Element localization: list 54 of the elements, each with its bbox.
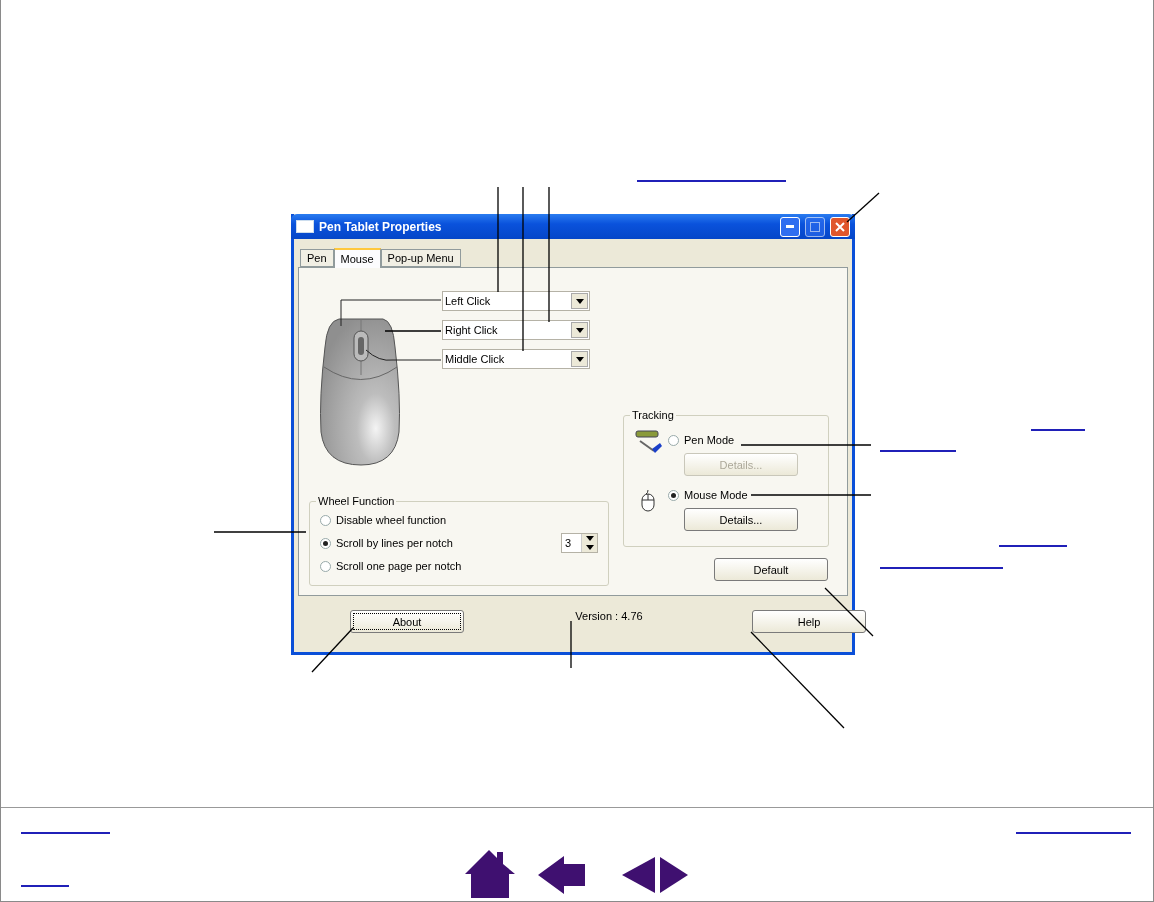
radio-label: Disable wheel function — [336, 514, 447, 526]
radio-button[interactable] — [320, 514, 331, 526]
window-title: Pen Tablet Properties — [319, 219, 443, 234]
radio-label: Mouse Mode — [684, 489, 748, 501]
help-button[interactable]: Help — [752, 610, 866, 633]
link-underline — [998, 545, 1068, 547]
leader-line — [384, 330, 442, 332]
group-title: Wheel Function — [317, 495, 396, 507]
pen-tablet-icon — [634, 429, 664, 455]
spin-up-icon — [585, 536, 594, 541]
maximize-button[interactable] — [805, 216, 825, 237]
link-underline — [1030, 429, 1086, 431]
button-function-dropdown[interactable]: Middle Click — [442, 349, 590, 369]
about-button[interactable]: About — [350, 610, 464, 633]
radio-button[interactable] — [668, 434, 679, 446]
tab[interactable]: Mouse — [333, 248, 381, 268]
close-icon — [835, 221, 845, 232]
window-icon — [296, 220, 314, 233]
dropdown-arrow-button[interactable] — [571, 293, 588, 309]
spin-down-icon — [585, 545, 594, 550]
leader-line — [846, 192, 880, 223]
radio-button[interactable] — [320, 560, 331, 572]
leader-line — [570, 620, 572, 669]
tab[interactable]: Pop-up Menu — [380, 249, 461, 267]
dropdown-arrow-button[interactable] — [571, 322, 588, 338]
dropdown-value: Middle Click — [445, 353, 505, 365]
dropdown-arrow-button[interactable] — [571, 351, 588, 367]
maximize-icon — [810, 221, 820, 232]
mouse-icon — [640, 490, 656, 512]
minimize-icon — [786, 225, 794, 228]
tab[interactable]: Pen — [300, 249, 334, 267]
radio-label: Scroll one page per notch — [336, 560, 462, 572]
caret-icon — [575, 327, 584, 333]
close-button[interactable] — [830, 216, 850, 237]
minimize-button[interactable] — [780, 216, 800, 237]
spinner-value: 3 — [562, 534, 581, 552]
version-text: Version : 4.76 — [574, 610, 644, 622]
button-function-dropdown[interactable]: Left Click — [442, 291, 590, 311]
button-function-dropdown[interactable]: Right Click — [442, 320, 590, 340]
spinner-field[interactable]: 3 — [561, 533, 598, 553]
radio-button[interactable] — [668, 489, 679, 501]
link-underline — [20, 885, 70, 887]
radio-label: Pen Mode — [684, 434, 735, 446]
dropdown-value: Right Click — [445, 324, 498, 336]
dropdown-value: Left Click — [445, 295, 491, 307]
default-button[interactable]: Default — [714, 558, 828, 581]
caret-icon — [575, 298, 584, 304]
details-button[interactable]: Details... — [684, 508, 798, 531]
leader-line — [311, 627, 354, 673]
radio-label: Scroll by lines per notch — [336, 537, 453, 549]
group-title: Tracking — [631, 409, 675, 421]
caret-icon — [575, 356, 584, 362]
radio-button[interactable] — [320, 537, 331, 549]
home-icon[interactable] — [465, 850, 515, 898]
